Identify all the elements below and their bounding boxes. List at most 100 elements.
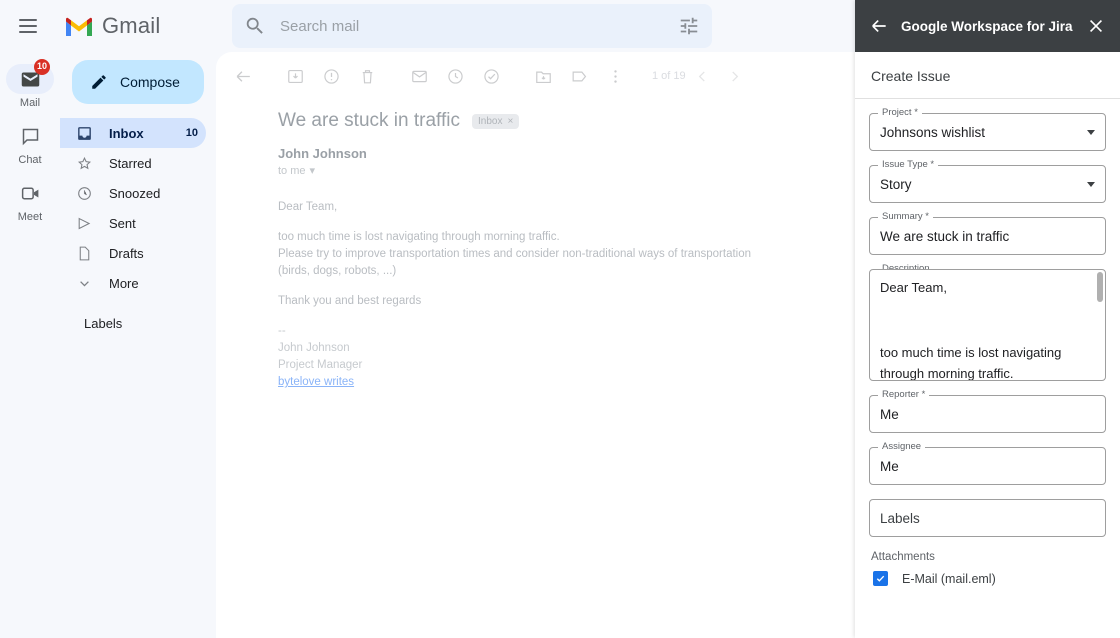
gmail-app-window: Gmail Search mail 10 Mail Chat Meet Comp… — [0, 0, 1120, 638]
chat-icon — [22, 128, 38, 145]
attachment-checkbox[interactable] — [873, 571, 888, 586]
labels-placeholder: Labels — [880, 510, 920, 526]
issue-type-value: Story — [880, 176, 912, 192]
chevron-down-icon[interactable]: ▾ — [310, 164, 316, 177]
sidebar-label-inbox: Inbox — [109, 125, 144, 141]
reporter-value: Me — [880, 406, 899, 422]
labels-input[interactable]: Labels — [869, 499, 1106, 537]
clock-icon — [78, 186, 91, 200]
signature-name: John Johnson — [278, 342, 350, 354]
pencil-icon — [92, 75, 106, 89]
jira-section-title: Create Issue — [855, 52, 1120, 99]
jira-panel-title: Google Workspace for Jira — [901, 18, 1073, 34]
mark-unread-icon[interactable] — [402, 59, 436, 93]
assignee-field[interactable]: Assignee Me — [869, 441, 1106, 485]
summary-value: We are stuck in traffic — [880, 228, 1010, 244]
rail-label-meet: Meet — [17, 211, 43, 223]
signature-dashes: -- — [278, 325, 286, 337]
status-badge[interactable]: Inbox × — [471, 113, 520, 129]
create-issue-form: Project * Johnsons wishlist Issue Type *… — [855, 99, 1120, 638]
sidebar-label-snoozed: Snoozed — [109, 185, 161, 201]
check-icon — [876, 575, 885, 582]
page-title: We are stuck in traffic — [278, 110, 460, 131]
labels-field[interactable]: Labels — [869, 499, 1106, 537]
sidebar-label-starred: Starred — [109, 155, 152, 171]
labels-header: Labels — [84, 316, 123, 331]
mail-icon-wrap: 10 — [6, 59, 54, 94]
attachments-header: Attachments — [871, 551, 935, 563]
chat-icon-wrap — [6, 121, 54, 151]
back-arrow-icon[interactable] — [863, 10, 895, 42]
sidebar-item-sent[interactable]: Sent — [60, 208, 206, 238]
sidebar-label-sent: Sent — [109, 215, 136, 231]
body-line-2: Please try to improve transportation tim… — [278, 248, 752, 260]
meet-icon — [21, 187, 38, 199]
send-icon — [78, 217, 91, 229]
chevron-down-icon — [80, 280, 89, 287]
rail-label-mail: Mail — [19, 97, 41, 109]
rail-item-chat[interactable]: Chat — [2, 117, 58, 172]
search-input[interactable] — [266, 17, 678, 35]
label-chip-text: Inbox — [477, 115, 503, 127]
snooze-icon[interactable] — [438, 59, 472, 93]
pagination-count: 1 of 19 — [652, 70, 686, 82]
rail-item-meet[interactable]: Meet — [2, 174, 58, 229]
delete-icon[interactable] — [350, 59, 384, 93]
project-field[interactable]: Project * Johnsons wishlist — [869, 107, 1106, 151]
chevron-left-icon[interactable] — [688, 61, 718, 91]
signature-role: Project Manager — [278, 359, 363, 371]
meet-icon-wrap — [6, 178, 54, 208]
sidebar-label-more: More — [109, 275, 139, 291]
reporter-field[interactable]: Reporter * Me — [869, 389, 1106, 433]
compose-label: Compose — [120, 74, 180, 90]
hamburger-icon[interactable] — [4, 2, 52, 50]
sidebar-item-snoozed[interactable]: Snoozed — [60, 178, 206, 208]
move-to-icon[interactable] — [526, 59, 560, 93]
body-line-1: too much time is lost navigating through… — [278, 231, 560, 243]
mail-unread-badge: 10 — [33, 59, 50, 75]
sidebar-item-more[interactable]: More — [60, 268, 206, 298]
description-scrollbar[interactable] — [1097, 272, 1103, 380]
inbox-count: 10 — [185, 127, 198, 139]
assignee-label: Assignee — [878, 441, 926, 453]
close-icon[interactable]: × — [507, 116, 513, 127]
close-icon[interactable] — [1080, 10, 1112, 42]
chevron-down-icon — [1087, 129, 1095, 135]
tune-icon[interactable] — [678, 15, 700, 37]
search-bar[interactable] — [232, 4, 712, 48]
compose-button[interactable]: Compose — [72, 60, 204, 104]
back-icon[interactable] — [226, 59, 260, 93]
body-line-3: (birds, dogs, robots, ...) — [278, 265, 397, 277]
inbox-icon — [78, 126, 91, 140]
chevron-right-icon[interactable] — [720, 61, 750, 91]
recipient-label: to me — [278, 164, 306, 177]
sidebar-item-starred[interactable]: Starred — [60, 148, 206, 178]
reporter-label: Reporter * — [878, 389, 930, 401]
attachment-row: E-Mail (mail.eml) — [869, 571, 1106, 586]
issue-type-label: Issue Type * — [878, 159, 939, 171]
folder-list: Inbox 10 Starred Snoozed Sent Drafts Mor… — [60, 118, 216, 298]
gmail-m-icon — [66, 17, 92, 36]
signature-link[interactable]: bytelove writes — [278, 376, 354, 388]
star-icon — [77, 156, 92, 169]
gmail-wordmark: Gmail — [102, 13, 161, 38]
draft-icon — [79, 246, 90, 260]
archive-icon[interactable] — [278, 59, 312, 93]
summary-field[interactable]: Summary * We are stuck in traffic — [869, 211, 1106, 255]
sidebar-item-inbox[interactable]: Inbox 10 — [60, 118, 206, 148]
chevron-down-icon — [1087, 181, 1095, 187]
issue-type-field[interactable]: Issue Type * Story — [869, 159, 1106, 203]
jira-panel-header: Google Workspace for Jira — [855, 0, 1120, 52]
attachment-name: E-Mail (mail.eml) — [902, 571, 996, 586]
report-spam-icon[interactable] — [314, 59, 348, 93]
rail-item-mail[interactable]: 10 Mail — [2, 59, 58, 115]
description-field[interactable]: Description Dear Team, too much time is … — [869, 263, 1106, 381]
project-value: Johnsons wishlist — [880, 124, 986, 140]
sidebar-item-drafts[interactable]: Drafts — [60, 238, 206, 268]
add-to-tasks-icon[interactable] — [474, 59, 508, 93]
description-textarea[interactable]: Dear Team, too much time is lost navigat… — [869, 269, 1106, 381]
gmail-logo[interactable]: Gmail — [64, 13, 214, 39]
more-options-icon[interactable] — [598, 59, 632, 93]
labels-icon[interactable] — [562, 59, 596, 93]
sidebar-label-drafts: Drafts — [109, 245, 144, 261]
